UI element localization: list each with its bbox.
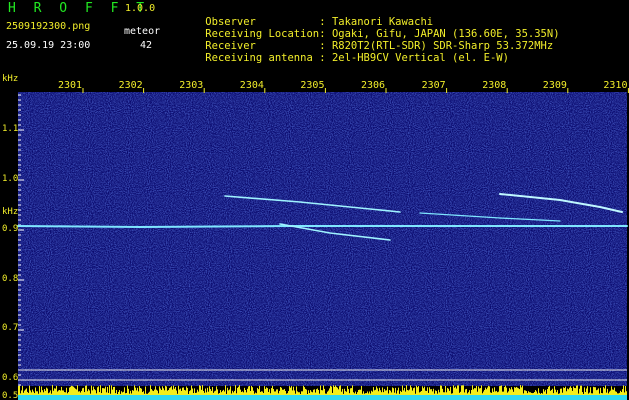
- x-tick-label: 2304: [239, 80, 264, 91]
- x-tick-label: 2306: [361, 80, 386, 91]
- x-tick-label: 2301: [58, 80, 83, 91]
- info-row-antenna: Receiving antenna : 2el-HB9CV Vertical (e…: [180, 42, 509, 74]
- y-tick-label: 1.0: [2, 174, 19, 184]
- meteor-count-value: 42: [140, 40, 153, 51]
- hrofft-window: H R O F F T 1.0.0 2509192300.png meteor …: [0, 0, 629, 400]
- y-tick-label: 0.6: [2, 373, 19, 383]
- x-tick-label: 2302: [118, 80, 143, 91]
- x-tick-label: 2307: [421, 80, 446, 91]
- signal-level-bar: [18, 385, 627, 400]
- level-baseline: [18, 395, 627, 400]
- x-tick-label: 2303: [179, 80, 204, 91]
- y-tick-label: 0.9: [2, 224, 19, 234]
- meteor-count-label: meteor: [124, 26, 161, 37]
- app-version: 1.0.0: [125, 3, 156, 14]
- y-axis-unit: kHz: [2, 74, 19, 84]
- antenna-label: Receiving antenna: [205, 51, 313, 64]
- x-tick-label: 2309: [542, 80, 567, 91]
- x-tick-label: 2310: [603, 80, 628, 91]
- y-axis-unit-mid: kHz: [2, 207, 19, 217]
- carrier-line: [17, 225, 628, 229]
- y-tick-label: 0.5: [2, 391, 19, 400]
- antenna-value: : 2el-HB9CV Vertical (el. E-W): [319, 51, 509, 64]
- spectrogram-noise: [18, 92, 627, 386]
- x-tick-label: 2308: [482, 80, 507, 91]
- y-tick-label: 0.8: [2, 274, 19, 284]
- y-tick-label: 0.7: [2, 323, 19, 333]
- image-filename: 2509192300.png: [6, 21, 91, 32]
- y-tick-label: 1.1: [2, 124, 19, 134]
- capture-datetime: 25.09.19 23:00: [6, 40, 91, 51]
- x-tick-label: 2305: [300, 80, 325, 91]
